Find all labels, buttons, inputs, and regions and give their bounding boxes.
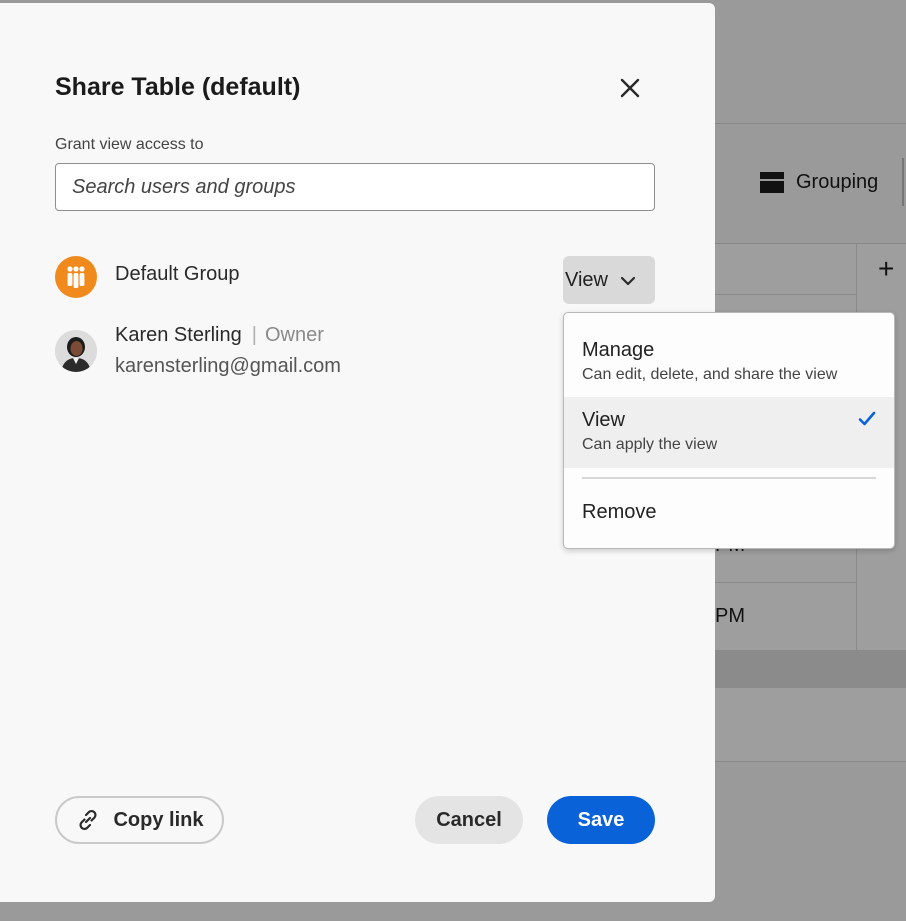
owner-name: Karen Sterling [115, 324, 242, 346]
background-grouping-label: Grouping [796, 170, 879, 193]
background-table-row-divider [715, 294, 856, 295]
link-icon [79, 809, 98, 831]
permission-menu: Manage Can edit, delete, and share the v… [563, 312, 895, 549]
menu-item-description: Can apply the view [582, 436, 718, 453]
copy-link-button[interactable]: Copy link [55, 796, 224, 844]
background-table-row-divider [715, 582, 856, 583]
checkmark-icon [858, 411, 876, 426]
group-icon [67, 266, 85, 288]
background-grouping-button: Grouping [760, 170, 878, 194]
search-users-input[interactable] [55, 163, 655, 211]
user-photo-icon [55, 330, 97, 372]
group-avatar [55, 256, 97, 298]
dialog-title: Share Table (default) [55, 73, 301, 101]
menu-item-remove[interactable]: Remove [564, 489, 894, 537]
permission-dropdown[interactable]: View [563, 256, 655, 304]
cancel-button[interactable]: Cancel [415, 796, 523, 844]
owner-email: karensterling@gmail.com [115, 355, 341, 377]
background-cell-time: PM [715, 605, 745, 627]
background-add-column-icon: + [878, 253, 895, 284]
save-button[interactable]: Save [547, 796, 655, 844]
background-table-band [715, 650, 906, 688]
grouping-icon [760, 170, 784, 194]
group-name: Default Group [115, 263, 240, 285]
grant-access-label: Grant view access to [55, 136, 204, 153]
background-toolbar-divider [902, 158, 904, 206]
owner-separator: | [251, 324, 257, 346]
avatar [55, 330, 97, 372]
background-table-row [715, 688, 906, 762]
owner-role: Owner [264, 324, 324, 346]
close-button[interactable] [614, 72, 646, 104]
menu-item-label: Remove [582, 501, 657, 523]
menu-item-description: Can edit, delete, and share the view [582, 366, 838, 383]
owner-name-row: Karen Sterling | Owner [115, 324, 324, 347]
menu-divider [582, 477, 876, 479]
menu-item-label: Manage [582, 339, 655, 361]
copy-link-label: Copy link [113, 808, 204, 831]
menu-item-label: View [582, 409, 625, 431]
close-icon [620, 78, 640, 98]
chevron-down-icon [620, 276, 636, 286]
permission-dropdown-value: View [565, 268, 608, 291]
menu-item-manage[interactable]: Manage Can edit, delete, and share the v… [564, 327, 894, 397]
menu-item-view[interactable]: View Can apply the view [564, 397, 894, 468]
